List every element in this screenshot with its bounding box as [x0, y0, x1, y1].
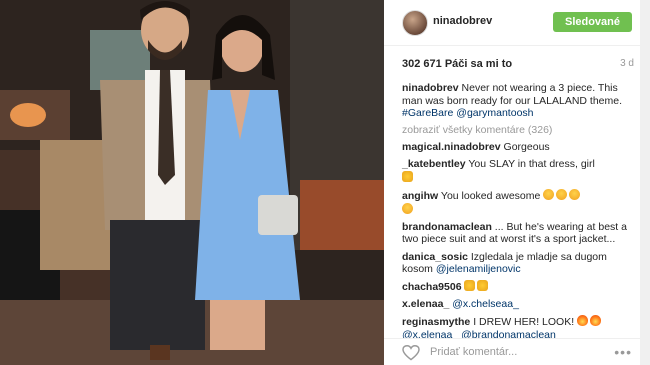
comment-username[interactable]: reginasmythe [402, 316, 470, 328]
comment-username[interactable]: brandonamaclean [402, 221, 492, 233]
comment-username[interactable]: danica_sosic [402, 251, 468, 263]
comment-text: Gorgeous [503, 141, 550, 154]
caption-username[interactable]: ninadobrev [402, 82, 459, 94]
comment-username[interactable]: chacha9506 [402, 281, 462, 293]
view-all-comments[interactable]: zobraziť všetky komentáre (326) [402, 124, 634, 137]
post-username[interactable]: ninadobrev [433, 15, 492, 27]
thumbs-up-emoji-icon [477, 280, 489, 292]
post-image [0, 0, 384, 365]
comment-username[interactable]: magical.ninadobrev [402, 141, 501, 153]
comments-list: ninadobrev Never not wearing a 3 piece. … [402, 82, 634, 346]
likes-count[interactable]: 302 671 Páči sa mi to [402, 58, 512, 70]
heart-outline-icon[interactable] [402, 345, 420, 361]
comment-mention[interactable]: @jelenamiljenovic [436, 263, 521, 275]
comment: x.elenaa_ @x.chelseaa_ [402, 298, 634, 311]
thumbs-up-emoji-icon [402, 171, 413, 183]
caption-hashtag[interactable]: #GareBare [402, 107, 453, 119]
avatar[interactable] [402, 10, 428, 36]
comment-mention[interactable]: @x.chelseaa_ [452, 298, 519, 310]
comment-input[interactable]: Pridať komentár... [430, 346, 517, 358]
comment-text: I DREW HER! LOOK! [473, 316, 575, 329]
post-photo[interactable] [0, 0, 384, 365]
caption-mention[interactable]: @garymantoosh [456, 107, 533, 119]
thumbs-up-emoji-icon [464, 280, 476, 292]
heart-eyes-emoji-icon [402, 202, 413, 214]
comment-text: You SLAY in that dress, girl [468, 158, 595, 171]
follow-button[interactable]: Sledované [553, 12, 632, 32]
heart-eyes-emoji-icon [543, 189, 555, 201]
comment: chacha9506 [402, 280, 634, 294]
comment-text: You looked awesome [440, 190, 541, 203]
comment: _katebentley You SLAY in that dress, gir… [402, 158, 634, 184]
post-header: ninadobrev Sledované [384, 0, 650, 46]
comment: angihw You looked awesome [402, 189, 634, 216]
comment: magical.ninadobrev Gorgeous [402, 141, 634, 154]
comment-bar: Pridať komentár... ••• [384, 338, 650, 365]
fire-emoji-icon [577, 315, 589, 327]
more-options-icon[interactable]: ••• [614, 344, 632, 360]
comment-username[interactable]: x.elenaa_ [402, 298, 449, 310]
comment: danica_sosic Izgledala je mladje sa dugo… [402, 251, 634, 276]
post-age[interactable]: 3 d [620, 58, 634, 69]
caption: ninadobrev Never not wearing a 3 piece. … [402, 82, 634, 120]
post-sidebar: ninadobrev Sledované 302 671 Páči sa mi … [384, 0, 650, 365]
heart-eyes-emoji-icon [569, 189, 581, 201]
comment: brandonamaclean ... But he's wearing at … [402, 221, 634, 246]
comment-username[interactable]: _katebentley [402, 158, 466, 170]
heart-eyes-emoji-icon [556, 189, 568, 201]
likes-row: 302 671 Páči sa mi to 3 d [402, 58, 634, 72]
fire-emoji-icon [590, 315, 602, 327]
scrollbar[interactable] [640, 0, 650, 365]
comment-username[interactable]: angihw [402, 190, 438, 202]
